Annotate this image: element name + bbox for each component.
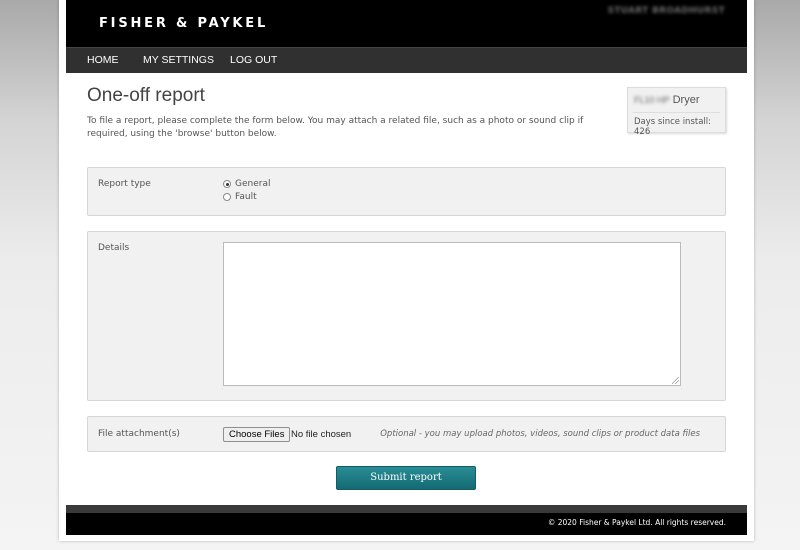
radio-general-indicator[interactable]: [223, 180, 231, 188]
page-container: FISHER & PAYKEL STUART BROADHURST HOME M…: [59, 0, 754, 541]
brand-logo[interactable]: FISHER & PAYKEL: [99, 16, 268, 31]
site-header: FISHER & PAYKEL STUART BROADHURST: [66, 0, 747, 47]
details-textarea[interactable]: [223, 242, 681, 386]
radio-fault-label: Fault: [235, 192, 257, 202]
product-name: FL10 HP Dryer: [634, 94, 699, 106]
radio-fault-indicator[interactable]: [223, 193, 231, 201]
report-type-label: Report type: [98, 179, 151, 189]
nav-my-settings[interactable]: MY SETTINGS: [143, 54, 214, 66]
radio-general-label: General: [235, 179, 271, 189]
attachment-panel: File attachment(s) Choose Files No file …: [87, 416, 726, 452]
nav-home[interactable]: HOME: [87, 54, 119, 66]
product-model: FL10 HP: [634, 95, 670, 105]
choose-files-button[interactable]: Choose Files: [223, 427, 291, 442]
page-intro: To file a report, please complete the fo…: [87, 116, 584, 139]
footer-bar: [66, 505, 747, 513]
attachment-label: File attachment(s): [98, 429, 180, 439]
site-footer: © 2020 Fisher & Paykel Ltd. All rights r…: [66, 513, 747, 535]
attachment-hint: Optional - you may upload photos, videos…: [380, 429, 700, 439]
file-status: No file chosen: [291, 429, 352, 440]
radio-fault[interactable]: Fault: [223, 192, 257, 202]
copyright: © 2020 Fisher & Paykel Ltd. All rights r…: [547, 518, 726, 527]
days-since-install: Days since install: 426: [634, 117, 712, 137]
submit-report-button[interactable]: Submit report: [336, 466, 476, 490]
user-name: STUART BROADHURST: [607, 6, 725, 16]
product-type: Dryer: [672, 94, 700, 106]
product-divider: [633, 112, 720, 113]
product-card: FL10 HP Dryer Days since install: 426: [627, 87, 726, 137]
resize-handle-icon[interactable]: [672, 377, 679, 384]
nav-log-out[interactable]: LOG OUT: [230, 54, 277, 66]
report-type-panel: Report type General Fault: [87, 167, 726, 216]
radio-general[interactable]: General: [223, 179, 270, 189]
page-title: One-off report: [87, 85, 205, 106]
main-nav: HOME MY SETTINGS LOG OUT: [66, 47, 747, 73]
details-panel: Details: [87, 231, 726, 401]
details-label: Details: [98, 243, 130, 253]
